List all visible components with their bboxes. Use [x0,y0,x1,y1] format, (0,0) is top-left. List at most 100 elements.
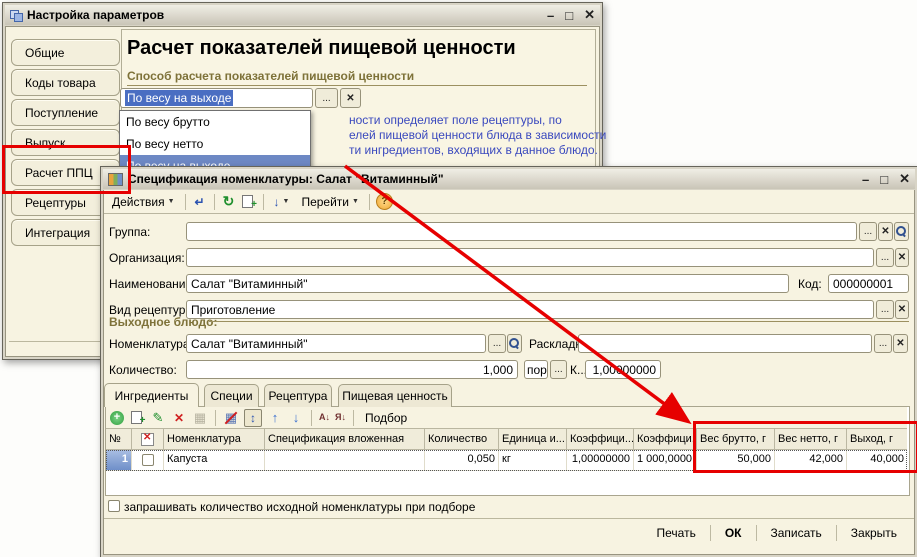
help-icon[interactable]: ? [376,193,393,210]
unit-field[interactable]: порц [524,360,548,379]
toolbar-separator [369,194,370,210]
layout-field[interactable] [578,334,872,353]
group-clear-button[interactable]: ✕ [878,222,893,241]
coefficient-field[interactable]: 1,00000000 [585,360,661,379]
reorder-icon[interactable]: ↕ [244,409,262,427]
maximize-icon[interactable]: □ [880,172,888,187]
tab-receptura[interactable]: Рецептура [264,384,332,407]
magnifier-icon [896,226,907,237]
organization-field[interactable] [186,248,874,267]
ok-button[interactable]: ОК [713,523,754,543]
row-checkbox[interactable] [142,454,154,466]
maximize-icon[interactable]: □ [565,8,573,23]
code-field[interactable]: 000000001 [828,274,909,293]
settings-tab-obshchie[interactable]: Общие [11,39,120,66]
col-header-coef2[interactable]: Коэффици... [634,429,697,450]
recipe-type-choose-button[interactable]: ... [876,300,894,319]
col-header-nomenclature[interactable]: Номенклатура [164,429,265,450]
table-icon [108,173,123,186]
layout-clear-button[interactable]: ✕ [893,334,908,353]
goto-button[interactable]: Перейти ▼ [297,194,363,210]
combo-choose-button[interactable]: ... [315,88,338,108]
table-row[interactable]: 1 Капуста 0,050 кг 1,00000000 1 000,0000… [106,450,907,471]
row-gross-weight-cell[interactable]: 50,000 [697,450,775,471]
print-button[interactable]: Печать [645,523,708,543]
magnifier-icon [509,338,520,349]
col-header-out[interactable]: Выход, г [847,429,907,450]
minimize-icon[interactable]: – [862,172,869,187]
col-header-coef1[interactable]: Коэффици... [567,429,634,450]
recipe-type-field[interactable]: Приготовление [186,300,874,319]
settings-tab-vypusk[interactable]: Выпуск [11,129,120,156]
tab-label: Пищевая ценность [342,389,448,403]
combo-option-brutto[interactable]: По весу брутто [120,111,310,133]
row-check-cell[interactable] [132,450,164,471]
delete-row-icon[interactable]: ✕ [171,410,187,426]
quantity-field[interactable]: 1,000 [186,360,518,379]
edit-row-icon[interactable]: ✎ [150,410,166,426]
tab-specii[interactable]: Специи [204,384,259,407]
copy-row-icon[interactable]: + [129,410,145,426]
col-header-unit[interactable]: Единица и... [499,429,567,450]
layout-choose-button[interactable]: ... [874,334,892,353]
row-out-weight-cell[interactable]: 40,000 [847,450,907,471]
settings-tab-postuplenie[interactable]: Поступление [11,99,120,126]
add-row-icon[interactable]: + [110,411,124,425]
write-button[interactable]: Записать [759,523,834,543]
col-header-quantity[interactable]: Количество [425,429,499,450]
row-nomenclature-cell[interactable]: Капуста [164,450,265,471]
group-field[interactable] [186,222,857,241]
organization-choose-button[interactable]: ... [876,248,894,267]
clear-icon: ✕ [881,226,889,237]
method-combo-input[interactable]: По весу на выходе [120,88,313,108]
copy-add-icon[interactable]: + [241,194,257,210]
save-icon[interactable]: ↵ [192,194,208,210]
organization-clear-button[interactable]: ✕ [895,248,909,267]
unit-choose-button[interactable]: ... [550,360,567,379]
ellipsis-icon: ... [881,304,889,315]
fill-button[interactable]: ↓ ▼ [270,194,294,210]
nomenclature-open-button[interactable] [507,334,522,353]
group-open-button[interactable] [894,222,909,241]
col-header-check[interactable] [132,429,164,450]
row-coef2-cell[interactable]: 1 000,0000... [634,450,697,471]
row-net-weight-cell[interactable]: 42,000 [775,450,847,471]
method-group-label: Способ расчета показателей пищевой ценно… [127,69,414,83]
recipe-type-clear-button[interactable]: ✕ [895,300,909,319]
nomenclature-choose-button[interactable]: ... [488,334,506,353]
settings-titlebar[interactable]: Настройка параметров – □ ✕ [5,5,600,25]
col-header-spec[interactable]: Спецификация вложенная [265,429,425,450]
sort-ascending-icon[interactable]: А↓ [319,413,330,422]
col-header-net[interactable]: Вес нетто, г [775,429,847,450]
ask-quantity-checkbox[interactable] [108,500,120,512]
col-header-number[interactable]: № [106,429,132,450]
row-number-cell[interactable]: 1 [106,450,132,471]
tab-pishchevaya-cennost[interactable]: Пищевая ценность [338,384,452,407]
spec-titlebar[interactable]: Спецификация номенклатуры: Салат "Витами… [103,169,915,189]
grid-toggle-icon[interactable]: ▦ [223,410,239,426]
minimize-icon[interactable]: – [547,8,554,23]
move-up-icon[interactable]: ↑ [267,410,283,426]
combo-clear-button[interactable]: ✕ [340,88,361,108]
row-unit-cell[interactable]: кг [499,450,567,471]
close-icon[interactable]: ✕ [584,7,595,23]
col-header-gross[interactable]: Вес брутто, г [697,429,775,450]
nomenclature-field[interactable]: Салат "Витаминный" [186,334,486,353]
toolbar-separator [311,410,312,426]
close-button[interactable]: Закрыть [839,523,909,543]
refresh-icon[interactable]: ↻ [221,194,237,210]
move-down-icon[interactable]: ↓ [288,410,304,426]
row-spec-cell[interactable] [265,450,425,471]
group-choose-button[interactable]: ... [859,222,877,241]
tab-label: Ингредиенты [115,389,189,403]
close-icon[interactable]: ✕ [899,171,910,187]
tab-ingredienty[interactable]: Ингредиенты [104,383,199,407]
combo-option-netto[interactable]: По весу нетто [120,133,310,155]
row-coef1-cell[interactable]: 1,00000000 [567,450,634,471]
pick-button[interactable]: Подбор [361,410,411,426]
name-field[interactable]: Салат "Витаминный" [186,274,789,293]
actions-button[interactable]: Действия ▼ [108,194,179,210]
settings-tab-kody-tovara[interactable]: Коды товара [11,69,120,96]
sort-descending-icon[interactable]: Я↓ [335,413,346,422]
row-quantity-cell[interactable]: 0,050 [425,450,499,471]
